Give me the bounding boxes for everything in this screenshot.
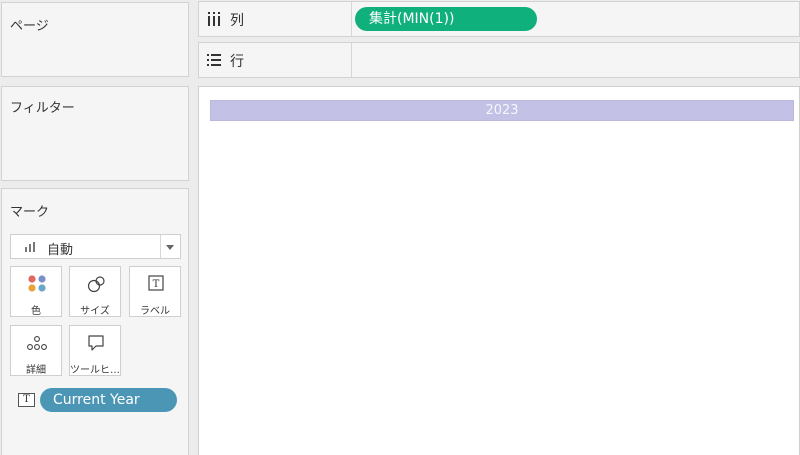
columns-shelf-label: 列	[230, 13, 244, 29]
size-button-label: サイズ	[80, 306, 110, 317]
text-label-icon: T	[18, 393, 35, 407]
columns-shelf[interactable]: 列 集計(MIN(1))	[198, 1, 800, 37]
current-year-pill[interactable]: Current Year	[40, 388, 177, 412]
mark-type-dropdown[interactable]: 自動	[10, 234, 181, 259]
detail-button-label: 詳細	[26, 365, 46, 376]
columns-icon	[208, 12, 222, 26]
pages-title: ページ	[10, 19, 49, 34]
text-label-icon: T	[148, 275, 164, 291]
marks-card: マーク 自動 色 サイズ T ラベル 詳細 ツールヒ… T Current Ye…	[1, 188, 189, 455]
view-canvas[interactable]: 2023	[198, 86, 800, 455]
rows-icon	[207, 54, 221, 66]
year-header-mark[interactable]: 2023	[210, 100, 794, 121]
label-button[interactable]: T ラベル	[129, 266, 181, 317]
tooltip-button[interactable]: ツールヒ…	[69, 325, 121, 376]
svg-text:T: T	[153, 279, 160, 290]
pages-card[interactable]: ページ	[1, 2, 189, 77]
label-button-label: ラベル	[140, 306, 170, 317]
size-button[interactable]: サイズ	[69, 266, 121, 317]
tooltip-icon	[88, 335, 104, 351]
tooltip-button-label: ツールヒ…	[70, 365, 120, 376]
color-button[interactable]: 色	[10, 266, 62, 317]
detail-button[interactable]: 詳細	[10, 325, 62, 376]
color-icon	[28, 275, 46, 292]
marks-title: マーク	[10, 205, 50, 220]
filters-title: フィルター	[10, 101, 75, 116]
rows-shelf-label: 行	[230, 54, 244, 70]
size-icon	[87, 276, 105, 293]
chevron-down-icon[interactable]	[160, 235, 180, 258]
detail-icon	[27, 336, 47, 350]
rows-shelf[interactable]: 行	[198, 42, 800, 78]
mark-type-value: 自動	[47, 243, 74, 258]
bar-chart-icon	[25, 242, 37, 252]
filters-card[interactable]: フィルター	[1, 86, 189, 181]
min-1-pill[interactable]: 集計(MIN(1))	[355, 7, 537, 31]
color-button-label: 色	[31, 306, 41, 317]
